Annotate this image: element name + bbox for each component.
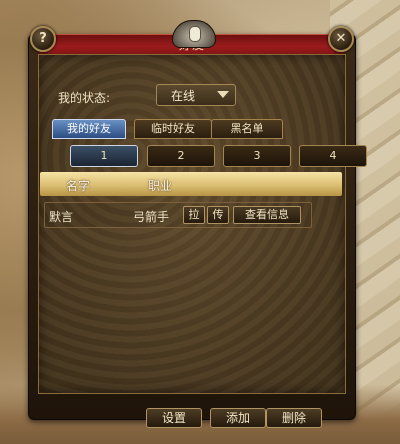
close-button[interactable]: ✕ [328,26,354,52]
tab-blacklist[interactable]: 黑名单 [211,119,283,139]
friends-window: 好友 ? ✕ 我的状态: 在线 我的好友 临时好友 黑名单 1 2 3 4 名字… [28,20,367,428]
tab-temp-friends[interactable]: 临时好友 [134,119,212,139]
view-info-button[interactable]: 查看信息 [233,206,301,224]
table-row[interactable]: 默言 弓箭手 拉 传 查看信息 [44,202,312,228]
add-button[interactable]: 添加 [210,408,266,428]
page-1-button[interactable]: 1 [70,145,138,167]
gem-icon [189,26,201,42]
pull-button[interactable]: 拉 [183,206,205,224]
tab-my-friends[interactable]: 我的好友 [52,119,126,139]
friend-name: 默言 [49,210,74,224]
friend-list-header: 名字 职业 [40,172,342,196]
help-button[interactable]: ? [30,26,56,52]
page-3-button[interactable]: 3 [223,145,291,167]
page-4-button[interactable]: 4 [299,145,367,167]
header-job: 职业 [148,179,173,193]
friend-job: 弓箭手 [133,210,170,224]
header-name: 名字 [66,179,91,193]
crest-emblem-icon [172,20,216,48]
page-2-button[interactable]: 2 [147,145,215,167]
status-value: 在线 [171,89,196,103]
dropdown-arrow-icon [217,91,229,98]
status-label: 我的状态: [58,91,111,105]
teleport-button[interactable]: 传 [207,206,229,224]
status-dropdown[interactable]: 在线 [156,84,236,106]
delete-button[interactable]: 删除 [266,408,322,428]
settings-button[interactable]: 设置 [146,408,202,428]
